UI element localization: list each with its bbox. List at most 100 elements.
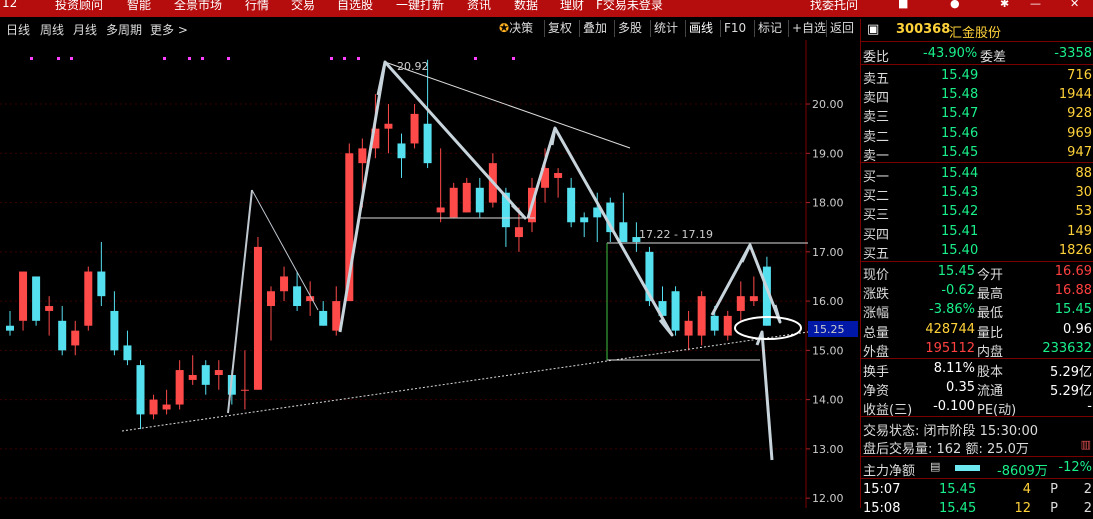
support-line[interactable] [121,331,809,432]
main-net-pct: -12% [1058,460,1092,475]
stat-label: 现价 [863,268,890,283]
candle-body [475,187,484,213]
list-icon[interactable]: ▤ [930,460,940,473]
bid-row[interactable]: 买五 15.40 1826 [861,242,1093,262]
stat-value: 15.45 [937,264,975,279]
candle-body [319,310,328,326]
overlay-button[interactable]: 叠加 [579,20,610,37]
stock-code: 300368 [896,22,951,37]
event-marker[interactable] [188,57,191,60]
candle [175,360,184,410]
candle-body [684,320,693,336]
chart-small-icon[interactable]: ▥ [1081,438,1091,451]
menu-item-5[interactable]: 交易 [291,0,315,13]
candle [84,266,93,331]
menu-item-7[interactable]: 一键打新 [396,0,444,13]
candle [554,168,563,198]
menu-item-1[interactable]: 投资顾问 [55,0,103,13]
tick-volume: 4 [1022,482,1031,497]
projection-arrow[interactable] [755,330,774,461]
rebound-arrow[interactable] [526,126,557,219]
chart-toolbar: 日线 周线 月线 多周期 更多 > ✪决策 复权 叠加 多股 统计 画线 F10… [0,19,860,39]
settings-icon[interactable]: ✱ [1000,0,1009,10]
candle-body [749,296,758,302]
multi-stock-button[interactable]: 多股 [614,20,645,37]
bid-row[interactable]: 买三 15.42 53 [861,203,1093,223]
fundamental-value: - [1087,399,1092,414]
draw-line-button[interactable]: 画线 [685,20,716,37]
period-daily[interactable]: 日线 [6,21,30,38]
event-marker[interactable] [474,57,477,60]
candle [19,271,28,331]
candle-body [149,399,158,415]
menu-item-4[interactable]: 行情 [245,0,269,13]
stat-label: 今开 [977,268,1004,283]
candle-body [554,173,563,178]
event-marker[interactable] [70,57,73,60]
stat-value: -0.62 [941,283,975,299]
candle [123,330,132,366]
decision-button[interactable]: ✪决策 [496,20,536,37]
period-weekly[interactable]: 周线 [40,21,64,38]
main-net-value: -8609万 [997,464,1048,479]
stats-button[interactable]: 统计 [650,20,681,37]
menu-item-11[interactable]: F交易未登录 [596,0,663,13]
event-marker[interactable] [357,57,360,60]
period-monthly[interactable]: 月线 [73,21,97,38]
event-marker[interactable] [512,57,515,60]
minimize-icon[interactable]: — [1030,0,1041,10]
event-marker[interactable] [201,57,204,60]
candle-body [201,365,210,385]
ask-row[interactable]: 卖四 15.48 1944 [861,86,1093,107]
ask-row[interactable]: 卖三 15.47 928 [861,105,1093,125]
menu-item-8[interactable]: 资讯 [467,0,491,13]
candle [306,281,315,316]
close-icon[interactable]: ✕ [1070,0,1079,10]
menu-item-3[interactable]: 全景市场 [174,0,222,13]
ask-row[interactable]: 卖二 15.46 969 [861,125,1093,145]
menu-item-0[interactable]: 12 [2,0,17,10]
bid-row[interactable]: 买二 15.43 30 [861,184,1093,204]
stat-row: 涨跌 -0.62 最高 16.88 [861,282,1093,302]
menu-item-6[interactable]: 自选股 [337,0,373,13]
candle-body [358,148,367,164]
adjust-button[interactable]: 复权 [544,20,575,37]
detail-icon[interactable]: ▣ [867,22,879,37]
event-marker[interactable] [163,57,166,60]
event-marker[interactable] [227,57,230,60]
ask-label: 卖四 [863,91,890,107]
period-multi[interactable]: 多周期 [106,21,142,38]
candle-body [214,370,223,375]
menu-item-9[interactable]: 数据 [514,0,538,13]
fundamental-row: 净资 0.35 流通 5.29亿 [861,379,1093,399]
stat-row: 现价 15.45 今开 16.69 [861,263,1093,283]
mark-button[interactable]: 标记 [754,20,785,37]
user-icon[interactable]: ● [950,0,960,10]
menu-item-2[interactable]: 智能 [127,0,151,13]
event-marker[interactable] [330,57,333,60]
ask-row[interactable]: 卖五 15.49 716 [861,67,1093,87]
back-button[interactable]: 返回 [826,20,857,37]
candlestick-chart[interactable]: 20.00 19.00 18.00 17.00 16.00 15.00 14.00 13.00… [0,40,860,508]
bid-row[interactable]: 买四 15.41 149 [861,223,1093,243]
event-marker[interactable] [30,57,33,60]
add-watchlist-button[interactable]: +自选 [788,20,829,37]
menu-item-12[interactable]: 找委托问 [810,0,858,13]
candle [475,177,484,218]
ask-row[interactable]: 卖一 15.45 947 [861,144,1093,164]
candle-body [397,143,406,159]
ask-price: 15.45 [941,144,979,160]
tick-price: 15.45 [939,501,977,516]
f10-button[interactable]: F10 [720,20,749,37]
stock-name: 汇金股份 [949,26,1002,41]
y-tick-label: 12.00 [812,492,844,505]
period-more[interactable]: 更多 > [150,21,188,38]
home-icon[interactable]: ■ [898,0,908,10]
candle [736,281,745,321]
candle-body [671,291,680,331]
gap-range-annotation: 17.22 - 17.19 [639,228,713,241]
bid-row[interactable]: 买一 15.44 88 [861,165,1093,185]
event-marker[interactable] [343,57,346,60]
event-marker[interactable] [57,57,60,60]
menu-item-10[interactable]: 理财 [560,0,584,13]
